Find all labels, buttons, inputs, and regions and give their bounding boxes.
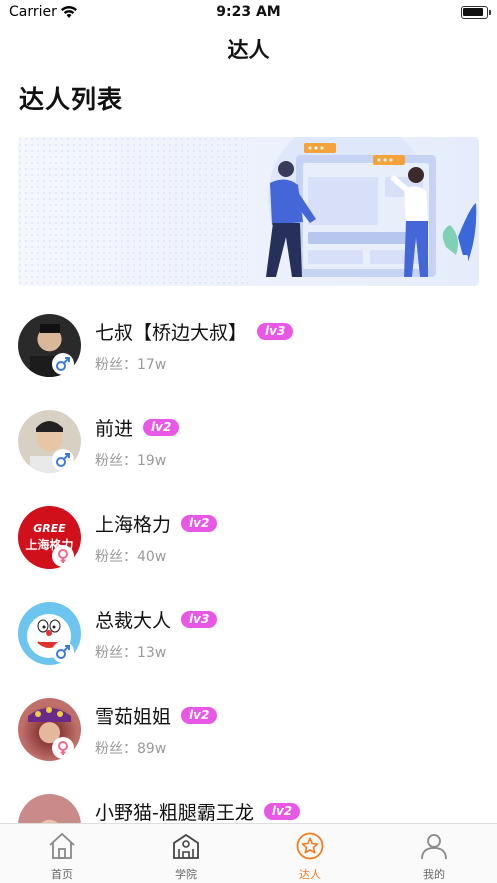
fans-count: 粉丝：17w xyxy=(95,357,167,373)
profile-icon xyxy=(421,834,447,860)
tab-label: 我的 xyxy=(423,868,445,881)
academy-icon xyxy=(173,833,199,859)
expert-name: 总裁大人 xyxy=(95,610,172,632)
battery-level xyxy=(463,8,483,16)
banner[interactable] xyxy=(18,137,479,286)
expert-name: 前进 xyxy=(95,418,134,440)
fans-count: 粉丝：40w xyxy=(95,549,167,565)
tab-label: 学院 xyxy=(175,868,197,881)
status-bar: Carrier 9:23 AM xyxy=(0,0,497,26)
list-item[interactable]: 七叔【桥边大叔】 lv3 粉丝：17w xyxy=(0,298,497,394)
female-icon xyxy=(52,545,74,567)
male-icon xyxy=(52,353,74,375)
tab-academy[interactable]: 学院 xyxy=(124,824,248,883)
list-item[interactable]: GREE 上海格力 上海格力 lv2 粉丝：40w xyxy=(0,490,497,586)
male-icon xyxy=(52,449,74,471)
list-item[interactable]: 总裁大人 lv3 粉丝：13w xyxy=(0,586,497,682)
expert-name: 上海格力 xyxy=(95,514,172,536)
battery-icon xyxy=(461,6,491,19)
level-badge: lv2 xyxy=(181,515,218,532)
level-badge: lv2 xyxy=(143,419,180,436)
fans-count: 粉丝：19w xyxy=(95,453,167,469)
avatar-logo-text: GREE xyxy=(33,522,66,535)
level-badge: lv3 xyxy=(257,323,294,340)
male-icon xyxy=(52,641,74,663)
level-badge: lv3 xyxy=(181,611,218,628)
female-icon xyxy=(52,737,74,759)
list-item[interactable]: 前进 lv2 粉丝：19w xyxy=(0,394,497,490)
list-item[interactable]: 雪茹姐姐 lv2 粉丝：89w xyxy=(0,682,497,778)
expert-name: 小野猫-粗腿霸王龙 xyxy=(95,802,254,824)
section-title: 达人列表 xyxy=(19,85,124,114)
tab-home[interactable]: 首页 xyxy=(0,824,124,883)
tab-experts[interactable]: 达人 xyxy=(248,824,372,883)
expert-name: 雪茹姐姐 xyxy=(95,706,172,728)
fans-count: 粉丝：89w xyxy=(95,741,167,757)
home-icon xyxy=(49,832,75,859)
level-badge: lv2 xyxy=(263,803,301,820)
tab-profile[interactable]: 我的 xyxy=(372,824,496,883)
page-title: 达人 xyxy=(227,38,270,62)
star-icon xyxy=(296,832,324,860)
expert-name: 七叔【桥边大叔】 xyxy=(95,322,248,344)
clock: 9:23 AM xyxy=(216,4,281,20)
tab-bar: 首页 学院 达人 我的 xyxy=(0,823,497,883)
fans-count: 粉丝：13w xyxy=(95,645,167,661)
tab-label: 达人 xyxy=(299,868,321,881)
level-badge: lv2 xyxy=(181,707,218,724)
team-collaboration-illustration xyxy=(18,137,477,286)
tab-label: 首页 xyxy=(51,868,73,881)
